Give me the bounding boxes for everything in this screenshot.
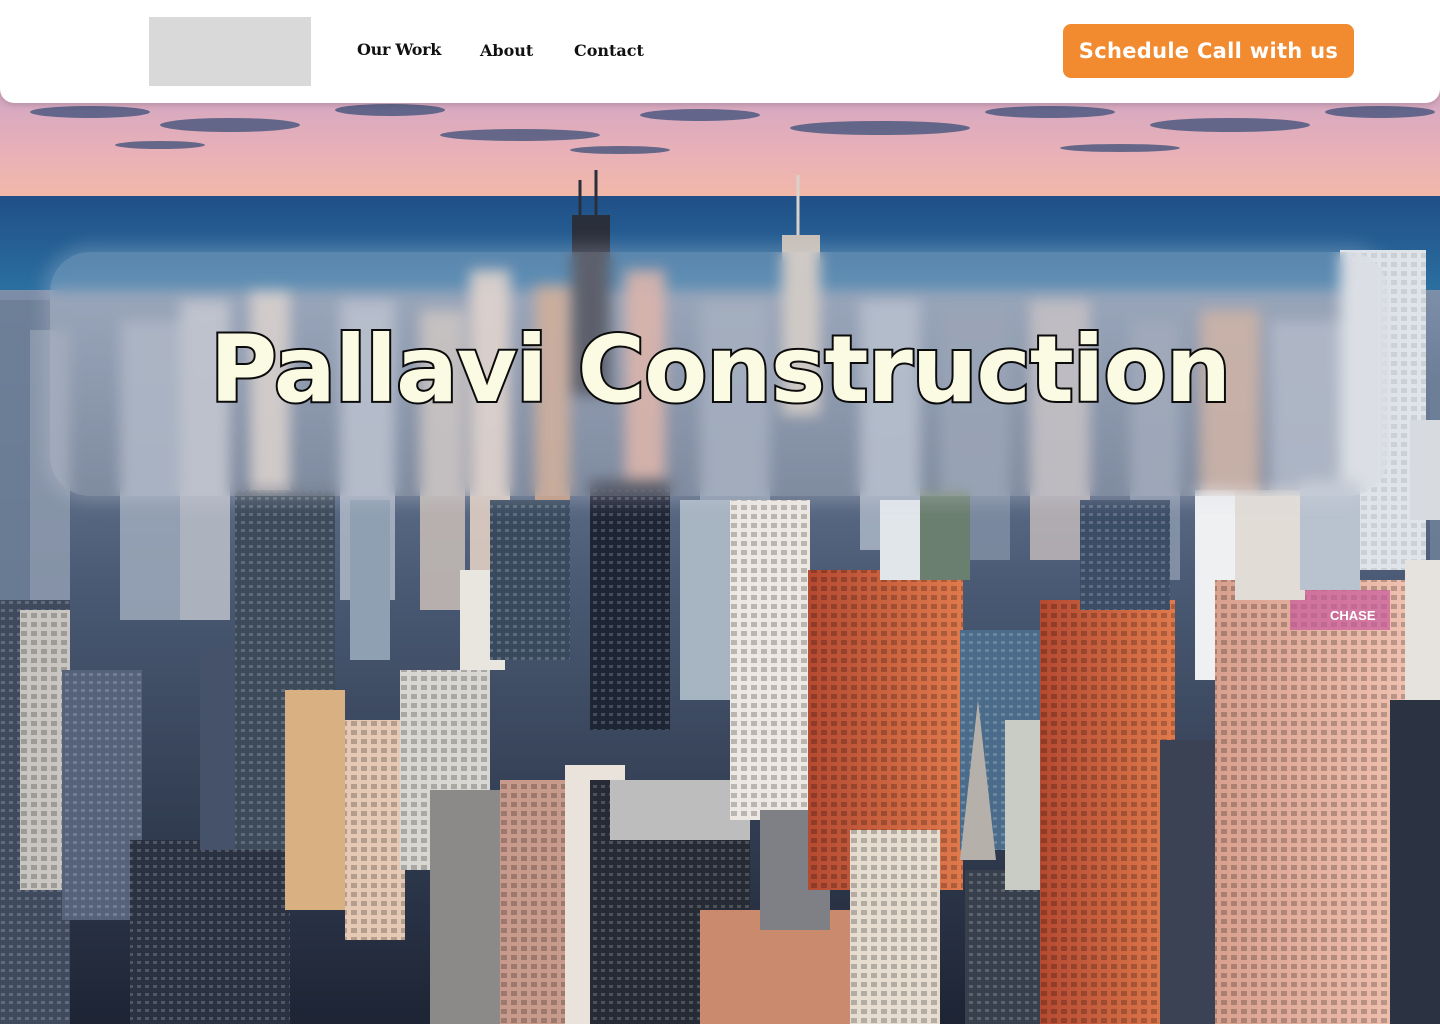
nav-link-contact[interactable]: Contact (574, 39, 644, 63)
site-header: Our Work About Contact Schedule Call wit… (0, 0, 1440, 103)
schedule-call-button[interactable]: Schedule Call with us (1063, 24, 1354, 78)
chase-sign-text: CHASE (1330, 608, 1376, 623)
nav-link-about[interactable]: About (480, 39, 533, 63)
city-skyline-image: CHASE (0, 0, 1440, 1024)
logo-placeholder-icon[interactable] (149, 17, 311, 86)
hero-section: CHASE (0, 0, 1440, 1024)
nav-link-our-work[interactable]: Our Work (357, 38, 441, 62)
hero-title: Pallavi Construction (208, 314, 1233, 425)
